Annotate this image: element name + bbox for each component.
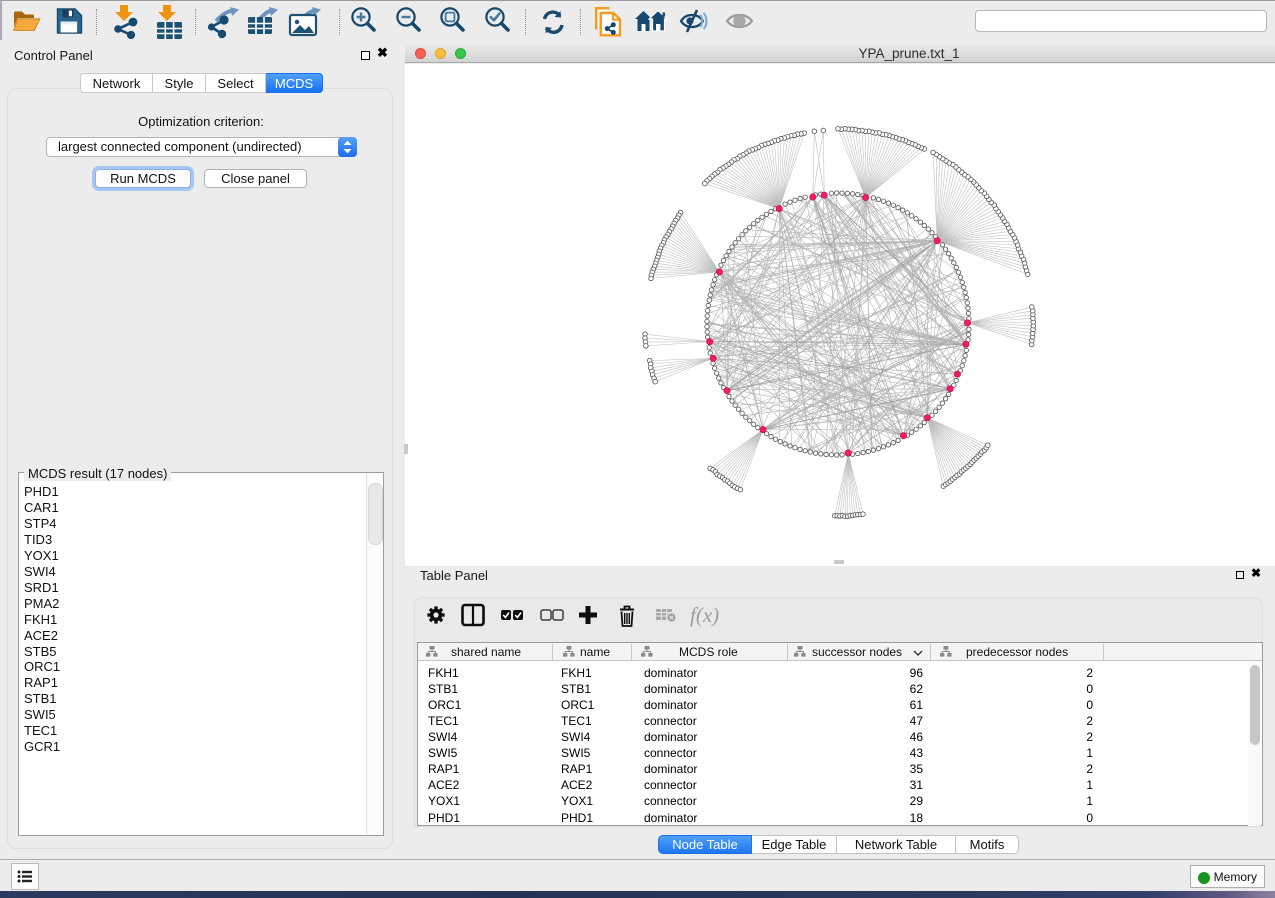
svg-text:f(x): f(x) — [690, 603, 719, 627]
